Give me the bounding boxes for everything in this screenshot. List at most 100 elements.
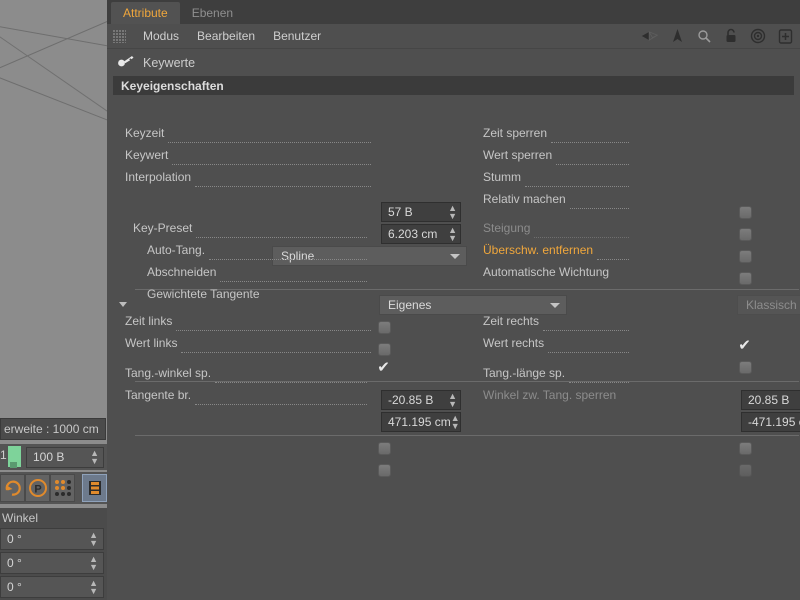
tang-winkel-sp-checkbox[interactable] xyxy=(378,442,391,455)
stepper-icon[interactable]: ▲▼ xyxy=(89,579,98,595)
zeit-rechts-field[interactable]: 20.85 B ▲▼ xyxy=(741,390,800,410)
stepper-icon[interactable]: ▲▼ xyxy=(89,531,98,547)
keyzeit-label: Keyzeit xyxy=(125,126,164,140)
keywert-value: 6.203 cm xyxy=(388,227,437,241)
row-wert-sperren: Wert sperren xyxy=(483,144,633,165)
stepper-icon[interactable]: ▲▼ xyxy=(448,392,457,408)
section-header-keyeigenschaften: Keyeigenschaften xyxy=(113,76,794,95)
dot-leader xyxy=(220,271,367,282)
points-grid-icon[interactable] xyxy=(50,474,75,502)
rotate-icon[interactable] xyxy=(0,474,25,502)
winkel-zw-tang-checkbox[interactable] xyxy=(739,464,752,477)
steigung-combo[interactable]: Klassisch xyxy=(737,295,800,315)
wert-links-field[interactable]: 471.195 cm ▲▼ xyxy=(381,412,461,432)
wert-sperren-checkbox[interactable] xyxy=(739,228,752,241)
wert-rechts-label: Wert rechts xyxy=(483,336,544,350)
tab-attribute-label: Attribute xyxy=(123,6,168,20)
dot-leader xyxy=(534,227,629,238)
wert-links-value: 471.195 cm xyxy=(388,415,451,429)
dot-leader xyxy=(525,176,629,187)
stepper-icon[interactable]: ▲▼ xyxy=(451,414,460,430)
row-keywert: Keywert xyxy=(125,144,375,165)
current-frame-marker[interactable]: 1 xyxy=(0,445,24,469)
dot-leader xyxy=(195,176,371,187)
menu-item-modus[interactable]: Modus xyxy=(134,24,188,49)
winkel-h-field[interactable]: 0 ° ▲▼ xyxy=(0,528,104,550)
row-tang-laenge-sp: Tang.-länge sp. xyxy=(483,362,633,383)
row-auto-tang: Auto-Tang. xyxy=(147,239,371,260)
stepper-icon[interactable]: ▲▼ xyxy=(448,204,457,220)
zeit-links-value: -20.85 B xyxy=(388,393,433,407)
timeline-frame-row: 1 100 B ▲▼ xyxy=(0,444,107,470)
keyzeit-value: 57 B xyxy=(388,205,413,219)
dot-leader xyxy=(551,132,629,143)
row-zeit-rechts: Zeit rechts xyxy=(483,310,633,331)
stumm-checkbox[interactable] xyxy=(739,250,752,263)
auto-tang-checkbox[interactable] xyxy=(378,321,391,334)
frame-end-value: 100 B xyxy=(33,450,64,464)
search-icon[interactable] xyxy=(695,27,713,45)
dot-leader xyxy=(195,394,367,405)
zeit-rechts-label: Zeit rechts xyxy=(483,314,539,328)
ueberschw-entfernen-checkbox[interactable]: ✔ xyxy=(738,339,751,352)
chevron-down-icon[interactable] xyxy=(450,254,460,259)
winkel-fields: 0 ° ▲▼ 0 ° ▲▼ 0 ° ▲▼ xyxy=(0,528,107,600)
stepper-icon[interactable]: ▲▼ xyxy=(90,449,99,465)
key-preset-label: Key-Preset xyxy=(133,221,192,235)
manager-tool-icons xyxy=(641,27,794,45)
wert-rechts-value: -471.195 cm xyxy=(748,415,800,429)
tang-laenge-sp-label: Tang.-länge sp. xyxy=(483,366,565,380)
menu-item-benutzer[interactable]: Benutzer xyxy=(264,24,330,49)
dot-leader xyxy=(597,249,629,260)
abschneiden-checkbox[interactable] xyxy=(378,343,391,356)
chevron-down-icon[interactable] xyxy=(119,302,127,307)
winkel-b-field[interactable]: 0 ° ▲▼ xyxy=(0,576,104,598)
film-strip-icon[interactable] xyxy=(82,474,107,502)
stepper-icon[interactable]: ▲▼ xyxy=(89,555,98,571)
camera-icon[interactable] xyxy=(641,27,659,45)
tangente-br-checkbox[interactable] xyxy=(378,464,391,477)
menu-item-bearbeiten[interactable]: Bearbeiten xyxy=(188,24,264,49)
drag-grip-icon[interactable] xyxy=(113,30,126,43)
zeit-sperren-label: Zeit sperren xyxy=(483,126,547,140)
interpolation-label: Interpolation xyxy=(125,170,191,184)
tang-winkel-sp-label: Tang.-winkel sp. xyxy=(125,366,211,380)
keyzeit-field[interactable]: 57 B ▲▼ xyxy=(381,202,461,222)
keywert-field[interactable]: 6.203 cm ▲▼ xyxy=(381,224,461,244)
chevron-down-icon[interactable] xyxy=(550,303,560,308)
key-icon xyxy=(117,53,135,72)
stepper-icon[interactable]: ▲▼ xyxy=(448,226,457,242)
add-icon[interactable] xyxy=(776,27,794,45)
row-relativ-machen: Relativ machen xyxy=(483,188,633,209)
row-steigung: Steigung xyxy=(483,217,633,238)
steigung-label: Steigung xyxy=(483,221,530,235)
zeit-links-field[interactable]: -20.85 B ▲▼ xyxy=(381,390,461,410)
winkel-p-field[interactable]: 0 ° ▲▼ xyxy=(0,552,104,574)
parametric-icon[interactable]: P xyxy=(25,474,50,502)
gewichtete-tangente-checkbox[interactable]: ✔ xyxy=(377,361,390,374)
dot-leader xyxy=(215,372,367,383)
lock-icon[interactable] xyxy=(722,27,740,45)
tab-ebenen[interactable]: Ebenen xyxy=(180,2,245,24)
frame-marker-label: 1 xyxy=(0,448,7,462)
row-tang-winkel-sp: Tang.-winkel sp. xyxy=(125,362,371,383)
dot-leader xyxy=(570,198,629,209)
tab-bar: Attribute Ebenen xyxy=(107,0,800,24)
relativ-machen-checkbox[interactable] xyxy=(739,272,752,285)
automatische-wichtung-checkbox[interactable] xyxy=(739,361,752,374)
row-automatische-wichtung: Automatische Wichtung xyxy=(483,261,641,282)
cursor-arrow-icon[interactable] xyxy=(668,27,686,45)
steigung-value: Klassisch xyxy=(746,298,797,312)
frame-end-field[interactable]: 100 B ▲▼ xyxy=(26,447,104,468)
focal-length-text: erweite : 1000 cm xyxy=(4,422,99,436)
tab-attribute[interactable]: Attribute xyxy=(111,2,180,24)
winkel-zw-tang-label: Winkel zw. Tang. sperren xyxy=(483,388,616,402)
tang-laenge-sp-checkbox[interactable] xyxy=(739,442,752,455)
target-icon[interactable] xyxy=(749,27,767,45)
zeit-sperren-checkbox[interactable] xyxy=(739,206,752,219)
svg-text:P: P xyxy=(34,484,41,496)
attribute-manager: Attribute Ebenen Modus Bearbeiten Benutz… xyxy=(107,0,800,600)
dot-leader xyxy=(543,320,629,331)
winkel-h-value: 0 ° xyxy=(7,532,22,546)
wert-rechts-field[interactable]: -471.195 cm ▲▼ xyxy=(741,412,800,432)
